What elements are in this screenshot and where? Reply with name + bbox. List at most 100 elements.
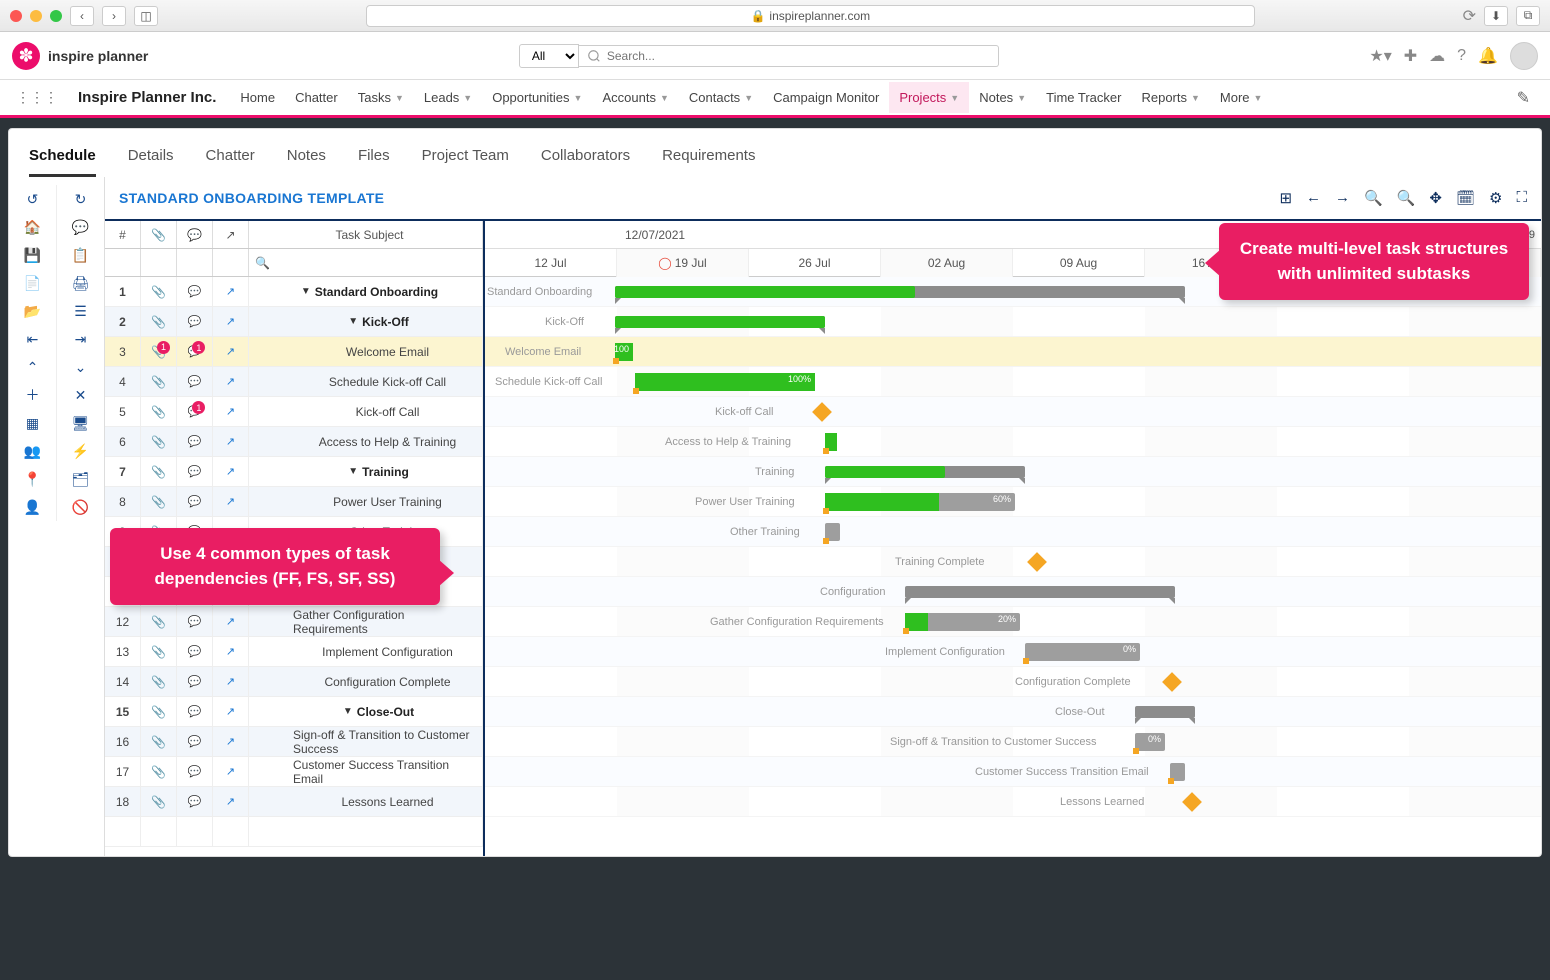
nav-leads[interactable]: Leads▼ bbox=[414, 82, 482, 113]
minimize-window[interactable] bbox=[30, 10, 42, 22]
search-input[interactable] bbox=[579, 45, 999, 67]
tool-11-0[interactable]: 👤 bbox=[9, 493, 57, 521]
fit-icon[interactable]: ✥ bbox=[1429, 189, 1442, 207]
fullscreen-icon[interactable]: ⛶ bbox=[1516, 189, 1527, 207]
task-row[interactable]: 1📎💬↗▼Standard Onboarding bbox=[105, 277, 483, 307]
tool-6-1[interactable]: ⌄ bbox=[57, 353, 104, 381]
tool-1-0[interactable]: 🏠 bbox=[9, 213, 57, 241]
maximize-window[interactable] bbox=[50, 10, 62, 22]
tool-3-1[interactable]: 🖨 bbox=[57, 269, 104, 297]
tool-10-1[interactable]: 🗂 bbox=[57, 465, 104, 493]
tool-9-1[interactable]: ⚡ bbox=[57, 437, 104, 465]
subject-filter-input[interactable] bbox=[274, 256, 476, 270]
tab-notes[interactable]: Notes bbox=[287, 141, 326, 177]
forward-button[interactable]: › bbox=[102, 6, 126, 26]
tool-10-0[interactable]: 📍 bbox=[9, 465, 57, 493]
tool-5-0[interactable]: ⇤ bbox=[9, 325, 57, 353]
tool-2-1[interactable]: 📋 bbox=[57, 241, 104, 269]
columns-icon[interactable]: ⊞ bbox=[1279, 189, 1292, 207]
tool-8-0[interactable]: ▦ bbox=[9, 409, 57, 437]
nav-tasks[interactable]: Tasks▼ bbox=[348, 82, 414, 113]
task-row[interactable]: 5📎💬1↗Kick-off Call bbox=[105, 397, 483, 427]
zoom-out-icon[interactable]: 🔍 bbox=[1364, 189, 1383, 207]
tool-3-0[interactable]: 📄 bbox=[9, 269, 57, 297]
tab-collaborators[interactable]: Collaborators bbox=[541, 141, 630, 177]
tool-7-1[interactable]: ✕ bbox=[57, 381, 104, 409]
gantt-row: Kick-Off bbox=[485, 307, 1541, 337]
nav-notes[interactable]: Notes▼ bbox=[969, 82, 1036, 113]
tabs-button[interactable]: ⧉ bbox=[1516, 6, 1540, 26]
tab-chatter[interactable]: Chatter bbox=[206, 141, 255, 177]
tool-9-0[interactable]: 👥 bbox=[9, 437, 57, 465]
tool-2-0[interactable]: 💾 bbox=[9, 241, 57, 269]
tool-4-1[interactable]: ☰ bbox=[57, 297, 104, 325]
task-row[interactable]: 6📎💬↗Access to Help & Training bbox=[105, 427, 483, 457]
task-row[interactable]: 17📎💬↗Customer Success Transition Email bbox=[105, 757, 483, 787]
tool-7-0[interactable]: ＋ bbox=[9, 381, 57, 409]
task-row[interactable]: 13📎💬↗Implement Configuration bbox=[105, 637, 483, 667]
nav-home[interactable]: Home bbox=[230, 82, 285, 113]
search-scope-select[interactable]: All bbox=[519, 44, 579, 68]
settings-icon[interactable]: ⚙ bbox=[1489, 189, 1502, 207]
gantt-row: Close-Out bbox=[485, 697, 1541, 727]
calendar-icon[interactable]: 🗓 bbox=[1456, 189, 1475, 207]
grid-header-row-2: 🔍 bbox=[105, 249, 483, 277]
nav-more[interactable]: More▼ bbox=[1210, 82, 1273, 113]
help-icon[interactable]: ? bbox=[1457, 47, 1466, 65]
tool-5-1[interactable]: ⇥ bbox=[57, 325, 104, 353]
nav-campaign-monitor[interactable]: Campaign Monitor bbox=[763, 82, 889, 113]
task-row[interactable]: 4📎💬↗Schedule Kick-off Call bbox=[105, 367, 483, 397]
app-launcher[interactable]: ⋮⋮⋮ bbox=[10, 89, 64, 106]
salesforce-icon[interactable]: ☁ bbox=[1429, 46, 1445, 66]
notifications-icon[interactable]: 🔔 bbox=[1478, 46, 1498, 66]
app-logo[interactable]: inspire planner bbox=[12, 42, 148, 70]
tool-4-0[interactable]: 📂 bbox=[9, 297, 57, 325]
task-row[interactable]: 14📎💬↗Configuration Complete bbox=[105, 667, 483, 697]
tab-files[interactable]: Files bbox=[358, 141, 390, 177]
tool-1-1[interactable]: 💬 bbox=[57, 213, 104, 241]
tool-11-1[interactable]: 🚫 bbox=[57, 493, 104, 521]
nav-reports[interactable]: Reports▼ bbox=[1131, 82, 1209, 113]
refresh-button[interactable]: ⟳ bbox=[1463, 6, 1476, 26]
task-row[interactable]: 16📎💬↗Sign-off & Transition to Customer S… bbox=[105, 727, 483, 757]
sidebar-button[interactable]: ◫ bbox=[134, 6, 158, 26]
tool-0-1[interactable]: ↻ bbox=[57, 185, 104, 213]
download-button[interactable]: ⬇ bbox=[1484, 6, 1508, 26]
tool-0-0[interactable]: ↺ bbox=[9, 185, 57, 213]
nav-projects[interactable]: Projects▼ bbox=[889, 82, 969, 113]
zoom-in-icon[interactable]: 🔍 bbox=[1397, 189, 1416, 207]
prev-icon[interactable]: ← bbox=[1306, 189, 1321, 207]
task-row[interactable] bbox=[105, 817, 483, 847]
nav-chatter[interactable]: Chatter bbox=[285, 82, 348, 113]
tab-details[interactable]: Details bbox=[128, 141, 174, 177]
nav-contacts[interactable]: Contacts▼ bbox=[679, 82, 763, 113]
gantt-row: Other Training bbox=[485, 517, 1541, 547]
add-icon[interactable]: ✚ bbox=[1404, 46, 1417, 66]
back-button[interactable]: ‹ bbox=[70, 6, 94, 26]
favorites-icon[interactable]: ★▾ bbox=[1369, 46, 1391, 66]
task-row[interactable]: 3📎1💬1↗Welcome Email bbox=[105, 337, 483, 367]
task-row[interactable]: 12📎💬↗Gather Configuration Requirements bbox=[105, 607, 483, 637]
tab-schedule[interactable]: Schedule bbox=[29, 141, 96, 177]
edit-nav-icon[interactable]: ✎ bbox=[1507, 88, 1540, 108]
address-bar[interactable]: 🔒 inspireplanner.com bbox=[366, 5, 1255, 27]
task-row[interactable]: 2📎💬↗▼Kick-Off bbox=[105, 307, 483, 337]
global-search: All bbox=[519, 44, 999, 68]
task-row[interactable]: 15📎💬↗▼Close-Out bbox=[105, 697, 483, 727]
task-row[interactable]: 8📎💬↗Power User Training bbox=[105, 487, 483, 517]
task-row[interactable]: 7📎💬↗▼Training bbox=[105, 457, 483, 487]
user-avatar[interactable] bbox=[1510, 42, 1538, 70]
nav-accounts[interactable]: Accounts▼ bbox=[592, 82, 678, 113]
close-window[interactable] bbox=[10, 10, 22, 22]
nav-time-tracker[interactable]: Time Tracker bbox=[1036, 82, 1131, 113]
gantt-row: Customer Success Transition Email bbox=[485, 757, 1541, 787]
tool-6-0[interactable]: ⌃ bbox=[9, 353, 57, 381]
next-icon[interactable]: → bbox=[1335, 189, 1350, 207]
task-row[interactable]: 18📎💬↗Lessons Learned bbox=[105, 787, 483, 817]
tool-8-1[interactable]: 🖥 bbox=[57, 409, 104, 437]
browser-chrome: ‹ › ◫ 🔒 inspireplanner.com ⟳ ⬇ ⧉ bbox=[0, 0, 1550, 32]
nav-opportunities[interactable]: Opportunities▼ bbox=[482, 82, 592, 113]
tab-project-team[interactable]: Project Team bbox=[422, 141, 509, 177]
tab-requirements[interactable]: Requirements bbox=[662, 141, 755, 177]
gantt-chart[interactable]: 12/07/2021 01/09 12 Jul◯19 Jul26 Jul02 A… bbox=[485, 221, 1541, 856]
